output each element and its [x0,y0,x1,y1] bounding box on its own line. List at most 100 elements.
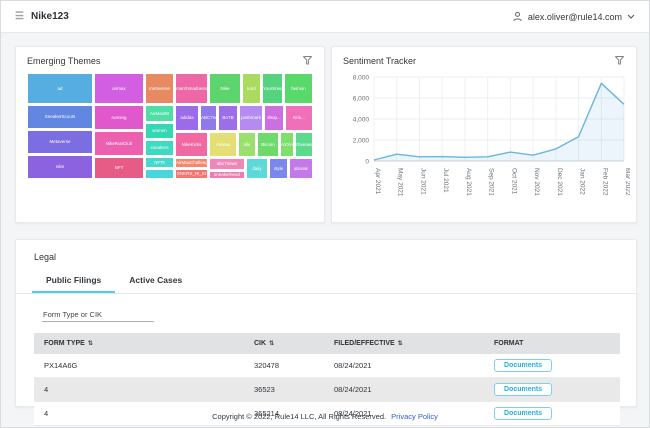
page: { "topbar": { "brand": "Nike123", "user_… [0,0,650,428]
sentiment-chart: 02,0004,0006,0008,000Apr 2021May 2021Jun… [338,71,630,221]
treemap-cell[interactable]: AirMax [209,132,237,157]
column-label: FORM TYPE [44,340,85,347]
form-type-cell: 4 [34,378,244,402]
treemap-cell[interactable]: abc7news [209,158,245,170]
sort-icon[interactable]: ⇅ [88,341,93,347]
filter-icon[interactable] [302,55,313,66]
tab-public-filings[interactable]: Public Filings [32,271,115,293]
treemap-cell[interactable]: Bitcoin [257,132,279,157]
y-axis-label: 6,000 [353,95,370,102]
x-axis-label: Mar 2022 [624,168,630,196]
treemap-cell[interactable]: AirMax90 [145,105,174,122]
chevron-down-icon [627,14,635,19]
user-email: alex.oliver@rule14.com [528,12,622,22]
column-header-format: FORMAT [484,333,620,354]
x-axis-label: Dec 2021 [556,168,563,196]
brand: ☰ Nike123 [15,11,69,22]
column-header-form-type[interactable]: FORM TYPE⇅ [34,333,244,354]
treemap-cell[interactable]: shop... [264,105,284,131]
card-title: Emerging Themes [27,56,100,66]
x-axis-label: Sep 2021 [488,168,495,196]
brand-label: Nike123 [31,11,69,22]
treemap-cell[interactable]: AXXAS [280,132,294,157]
column-label: CIK [254,340,266,347]
card-emerging-themes: Emerging Themes adSneakerScoutsMetaverse… [15,46,325,223]
y-axis-label: 0 [365,158,369,165]
treemap-cell[interactable]: style [269,158,288,179]
format-cell: Documents [484,378,620,402]
treemap-cell[interactable]: ABC7news [200,105,217,131]
treemap-cell[interactable]: Metaverse [27,130,93,154]
treemap-cell[interactable]: metaverse [145,73,174,104]
treemap-cell[interactable]: SneakerScouts [27,105,93,129]
y-axis-label: 4,000 [353,116,370,123]
treemap-cell[interactable]: AirMaxChallenge [175,158,208,168]
form-type-cell: PX14A6G [34,354,244,378]
legal-title: Legal [16,240,636,262]
treemap-cell[interactable]: Nike [209,73,241,104]
cik-cell: 320478 [244,354,324,378]
form-type-cik-input[interactable] [42,308,154,322]
table-header-row: FORM TYPE⇅ CIK⇅ FILED/EFFECTIVE⇅ FORMAT [34,333,620,354]
card-header: Emerging Themes [16,47,324,71]
x-axis-label: Aug 2021 [465,168,472,196]
column-label: FORMAT [494,340,523,347]
treemap-cell[interactable]: NikeRunClub [94,131,144,156]
cik-cell: 36523 [244,378,324,402]
card-legal: Legal Public Filings Active Cases FORM T… [15,239,637,407]
x-axis-label: Jul 2021 [442,168,449,193]
x-axis-label: Oct 2021 [510,168,517,195]
treemap-cell[interactable]: adidas [175,105,199,131]
treemap-cell[interactable]: Giveaway [295,132,313,157]
treemap-cell[interactable]: NFT [94,157,144,179]
filed-cell: 08/24/2021 [324,378,484,402]
treemap-cell[interactable]: YourSneaks [262,73,283,104]
treemap-cell[interactable]: ad [27,73,93,104]
treemap-cell[interactable]: marchmadness [175,73,208,104]
treemap-cell[interactable]: abonar [289,158,313,179]
format-cell: Documents [484,354,620,378]
treemap-cell[interactable]: daily [246,158,268,179]
table-row: PX14A6G32047808/24/2021 Documents [34,354,620,378]
filed-cell: 08/24/2021 [324,354,484,378]
documents-button[interactable]: Documents [494,383,552,396]
treemap-cell[interactable]: BoTB [218,105,238,131]
x-axis-label: Feb 2022 [601,168,608,196]
column-label: FILED/EFFECTIVE [334,340,395,347]
sort-icon[interactable]: ⇅ [269,341,274,347]
column-header-cik[interactable]: CIK⇅ [244,333,324,354]
treemap-cell[interactable]: women [145,123,174,139]
treemap-cell[interactable]: niki [238,132,256,157]
copyright-text: Copyright © 2022, Rule14 LLC, All Rights… [212,412,386,421]
treemap-cell[interactable]: kotd [242,73,261,104]
documents-button[interactable]: Documents [494,359,552,372]
x-axis-label: Nov 2021 [533,168,540,196]
tabs: Public Filings Active Cases [16,271,636,294]
treemap: adSneakerScoutsMetaversenike airmaxrunnin… [27,73,313,179]
tab-active-cases[interactable]: Active Cases [115,271,196,293]
treemap-cell[interactable]: poshmark [239,105,263,131]
x-axis-label: Jun 2021 [419,168,426,195]
treemap-cell[interactable]: SNKRS_NI_KI [175,169,208,179]
user-icon [512,11,523,22]
filter-icon[interactable] [614,55,625,66]
y-axis-label: 8,000 [353,74,370,81]
treemap-cell[interactable]: sneakers [145,140,174,156]
column-header-filed-effective[interactable]: FILED/EFFECTIVE⇅ [324,333,484,354]
x-axis-label: Apr 2021 [374,168,381,195]
treemap-cell[interactable]: nike [27,155,93,179]
treemap-cell[interactable]: fashion [284,73,313,104]
treemap-cell[interactable] [145,169,174,179]
treemap-cell[interactable]: NikeKicks [175,132,208,157]
user-menu[interactable]: alex.oliver@rule14.com [512,11,635,22]
menu-icon[interactable]: ☰ [15,11,24,22]
privacy-policy-link[interactable]: Privacy Policy [391,412,438,421]
treemap-cell[interactable]: Kris... [285,105,313,131]
treemap-cell[interactable]: NFTs [145,157,174,168]
footer: Copyright © 2022, Rule14 LLC, All Rights… [1,412,649,421]
card-sentiment-tracker: Sentiment Tracker 02,0004,0006,0008,000A… [331,46,637,223]
sort-icon[interactable]: ⇅ [398,341,403,347]
treemap-cell[interactable]: running [94,105,144,130]
treemap-cell[interactable]: airmax [94,73,144,104]
treemap-cell[interactable]: sneakerhead [209,171,245,179]
